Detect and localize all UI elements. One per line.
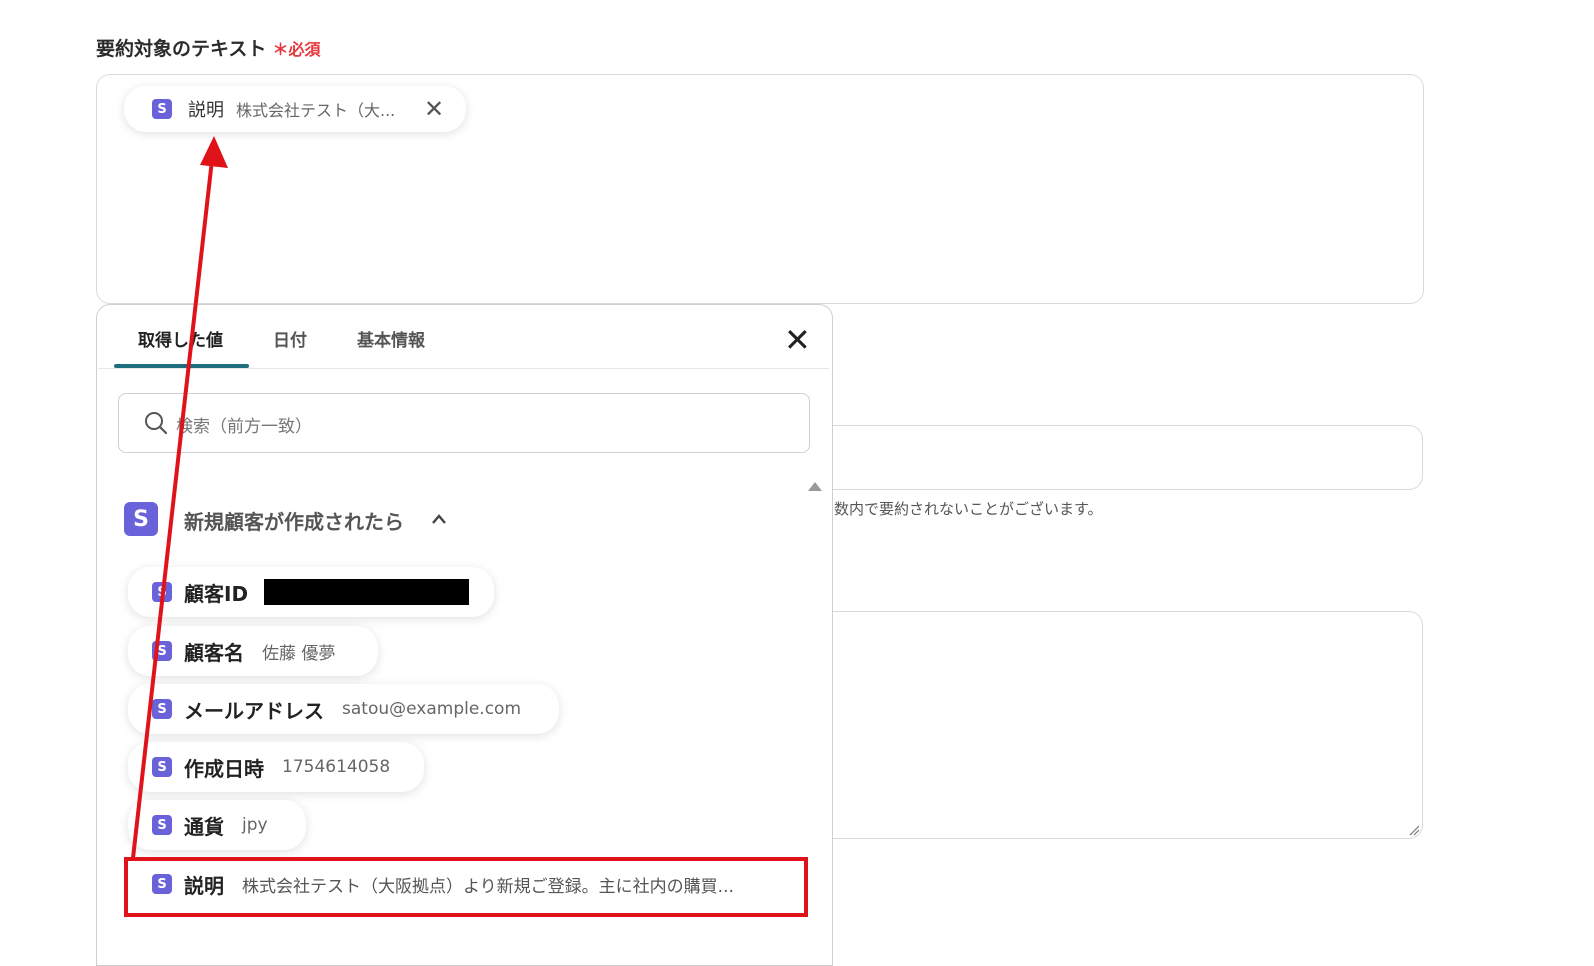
stripe-s-icon: S (152, 699, 172, 719)
stripe-s-icon: S (152, 641, 172, 661)
selected-variable-chip[interactable]: S 説明 株式会社テスト（大... ✕ (124, 86, 466, 132)
tab-retrieved-values[interactable]: 取得した値 (138, 326, 223, 351)
stripe-s-icon: S (152, 757, 172, 777)
item-name: 顧客ID (184, 581, 249, 606)
stripe-s-icon: S (152, 99, 172, 119)
remove-chip-icon[interactable]: ✕ (424, 97, 444, 121)
field-label-text: 要約対象のテキスト (96, 38, 267, 60)
search-icon (145, 412, 168, 435)
redacted-value (264, 579, 470, 605)
tab-date[interactable]: 日付 (273, 326, 307, 351)
required-mark: ＊ (272, 40, 289, 59)
item-name: 通貨 (184, 814, 224, 839)
chip-name: 説明 (188, 100, 224, 121)
list-item-customer-id[interactable]: S 顧客ID (128, 567, 494, 617)
stripe-s-icon: S (152, 815, 172, 835)
background-textarea[interactable] (830, 611, 1423, 839)
background-help-text: 数内で要約されないことがございます。 (834, 500, 1103, 518)
item-value: 佐藤 優夢 (262, 643, 336, 664)
list-item-created-at[interactable]: S 作成日時 1754614058 (128, 742, 424, 792)
required-label: 必須 (288, 40, 321, 59)
tab-divider (98, 368, 829, 369)
item-value: jpy (242, 815, 268, 835)
resize-handle-icon[interactable] (1408, 824, 1420, 836)
list-item-email[interactable]: S メールアドレス satou@example.com (128, 684, 559, 734)
chevron-up-icon[interactable] (430, 512, 448, 526)
stripe-s-icon: S (152, 582, 172, 602)
required-indicator: ＊必須 (272, 40, 320, 59)
list-item-customer-name[interactable]: S 顧客名 佐藤 優夢 (128, 626, 378, 676)
stripe-s-icon: S (124, 502, 158, 536)
tab-basic-info[interactable]: 基本情報 (357, 326, 425, 351)
highlight-box (124, 857, 808, 917)
item-value: 1754614058 (282, 757, 391, 777)
group-title[interactable]: 新規顧客が作成されたら (184, 506, 404, 535)
item-name: メールアドレス (184, 698, 324, 723)
item-value: satou@example.com (342, 699, 521, 719)
field-label: 要約対象のテキスト ＊必須 (96, 34, 320, 61)
background-input-field[interactable] (830, 425, 1423, 490)
item-name: 顧客名 (184, 640, 244, 665)
item-name: 作成日時 (184, 756, 264, 781)
scroll-up-arrow-icon[interactable] (808, 482, 822, 491)
search-placeholder: 検索（前方一致） (176, 417, 312, 437)
list-item-currency[interactable]: S 通貨 jpy (128, 800, 306, 850)
chip-value: 株式会社テスト（大... (236, 101, 396, 120)
close-picker-icon[interactable]: ✕ (784, 324, 811, 356)
